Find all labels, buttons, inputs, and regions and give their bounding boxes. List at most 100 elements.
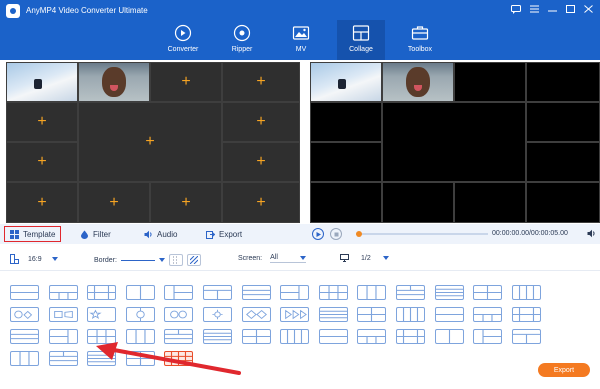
- stripes-icon: [189, 256, 198, 264]
- template-item[interactable]: [48, 351, 78, 366]
- border-pattern-button[interactable]: [186, 254, 201, 266]
- template-item[interactable]: [396, 285, 425, 300]
- maximize-icon[interactable]: [564, 3, 576, 15]
- add-media-cell[interactable]: +: [150, 182, 222, 223]
- preview-cell-video-2: [382, 62, 454, 102]
- template-item[interactable]: [280, 307, 310, 322]
- screen-select[interactable]: All: [270, 254, 307, 263]
- template-item[interactable]: [511, 329, 541, 344]
- playback-progress-handle[interactable]: [356, 231, 362, 237]
- ripper-icon: [233, 24, 251, 42]
- minimize-icon[interactable]: [546, 3, 558, 15]
- playback-progress-track[interactable]: [356, 233, 488, 235]
- template-item[interactable]: [396, 329, 425, 344]
- template-item[interactable]: [10, 329, 39, 344]
- template-item[interactable]: [87, 307, 117, 322]
- template-item[interactable]: [164, 285, 194, 300]
- template-item[interactable]: [87, 285, 117, 300]
- template-icon: [10, 229, 19, 239]
- template-item[interactable]: [125, 285, 155, 300]
- filter-label: Filter: [93, 229, 111, 239]
- template-item[interactable]: [10, 285, 39, 300]
- toolbox-icon: [411, 26, 429, 40]
- tab-audio[interactable]: Audio: [144, 226, 177, 242]
- ski-jump-thumbnail: [311, 63, 381, 101]
- add-media-cell[interactable]: +: [222, 62, 300, 102]
- tab-toolbox[interactable]: Toolbox: [397, 20, 443, 60]
- aspect-ratio-select[interactable]: 16:9: [10, 254, 58, 264]
- template-item[interactable]: [318, 329, 348, 344]
- playback-time: 00:00:00.00/00:00:05.00: [492, 230, 568, 237]
- play-button[interactable]: [312, 228, 324, 240]
- export-icon: [206, 230, 215, 239]
- template-item[interactable]: [241, 307, 271, 322]
- border-style-select[interactable]: [120, 259, 155, 261]
- add-icon: +: [181, 73, 191, 90]
- template-item[interactable]: [434, 329, 464, 344]
- add-media-cell[interactable]: +: [222, 142, 300, 182]
- stop-button[interactable]: [330, 228, 342, 240]
- template-item[interactable]: [511, 307, 541, 322]
- collage-icon: [352, 25, 370, 41]
- tab-template[interactable]: Template: [4, 226, 62, 242]
- template-item[interactable]: [434, 285, 464, 300]
- tab-converter[interactable]: Converter: [160, 20, 206, 60]
- tab-ripper[interactable]: Ripper: [219, 20, 265, 60]
- add-icon: +: [37, 153, 47, 170]
- preview-cell: [310, 142, 382, 182]
- add-media-cell[interactable]: +: [150, 62, 222, 102]
- template-item[interactable]: [48, 329, 78, 344]
- chevron-down-icon[interactable]: [158, 258, 165, 262]
- close-icon[interactable]: [582, 3, 594, 15]
- audio-label: Audio: [157, 229, 178, 239]
- template-item[interactable]: [318, 285, 348, 300]
- template-item[interactable]: [473, 285, 503, 300]
- collage-cell-video-1[interactable]: [6, 62, 78, 102]
- app-header: AnyMP4 Video Converter Ultimate Converte…: [0, 0, 600, 60]
- template-item[interactable]: [473, 307, 503, 322]
- ski-jump-thumbnail: [7, 63, 77, 101]
- template-item[interactable]: [125, 307, 155, 322]
- add-icon: +: [256, 153, 266, 170]
- template-item[interactable]: [48, 307, 78, 322]
- template-item[interactable]: [241, 329, 271, 344]
- add-media-cell[interactable]: +: [6, 102, 78, 142]
- template-item[interactable]: [357, 329, 387, 344]
- template-item[interactable]: [280, 329, 310, 344]
- border-color-button[interactable]: [168, 254, 183, 266]
- template-item[interactable]: [241, 285, 271, 300]
- template-item[interactable]: [473, 329, 503, 344]
- tab-collage[interactable]: Collage: [337, 20, 385, 60]
- template-item[interactable]: [10, 351, 39, 366]
- add-media-cell[interactable]: +: [222, 182, 300, 223]
- page-select[interactable]: 1/2: [340, 254, 389, 262]
- tab-filter[interactable]: Filter: [80, 226, 111, 242]
- template-item[interactable]: [10, 307, 39, 322]
- template-item[interactable]: [48, 285, 78, 300]
- menu-icon[interactable]: [528, 3, 540, 15]
- tab-export[interactable]: Export: [206, 226, 242, 242]
- add-media-cell[interactable]: +: [222, 102, 300, 142]
- template-item[interactable]: [203, 285, 232, 300]
- export-button[interactable]: Export: [538, 363, 590, 377]
- volume-icon[interactable]: [587, 229, 596, 238]
- template-item[interactable]: [357, 307, 387, 322]
- template-item[interactable]: [280, 285, 310, 300]
- preview-cell: [526, 62, 600, 102]
- add-media-cell[interactable]: +: [6, 182, 78, 223]
- collage-cell-video-2[interactable]: [78, 62, 150, 102]
- add-media-cell[interactable]: +: [78, 102, 222, 182]
- template-item[interactable]: [357, 285, 387, 300]
- collage-preview-panel: [310, 62, 600, 223]
- chat-icon[interactable]: [510, 3, 522, 15]
- template-item[interactable]: [511, 285, 541, 300]
- template-item[interactable]: [396, 307, 425, 322]
- preview-cell: [526, 142, 600, 182]
- template-item[interactable]: [164, 307, 194, 322]
- add-media-cell[interactable]: +: [6, 142, 78, 182]
- template-item[interactable]: [434, 307, 464, 322]
- template-item[interactable]: [203, 307, 232, 322]
- tab-mv[interactable]: MV: [278, 20, 324, 60]
- add-media-cell[interactable]: +: [78, 182, 150, 223]
- template-item[interactable]: [318, 307, 348, 322]
